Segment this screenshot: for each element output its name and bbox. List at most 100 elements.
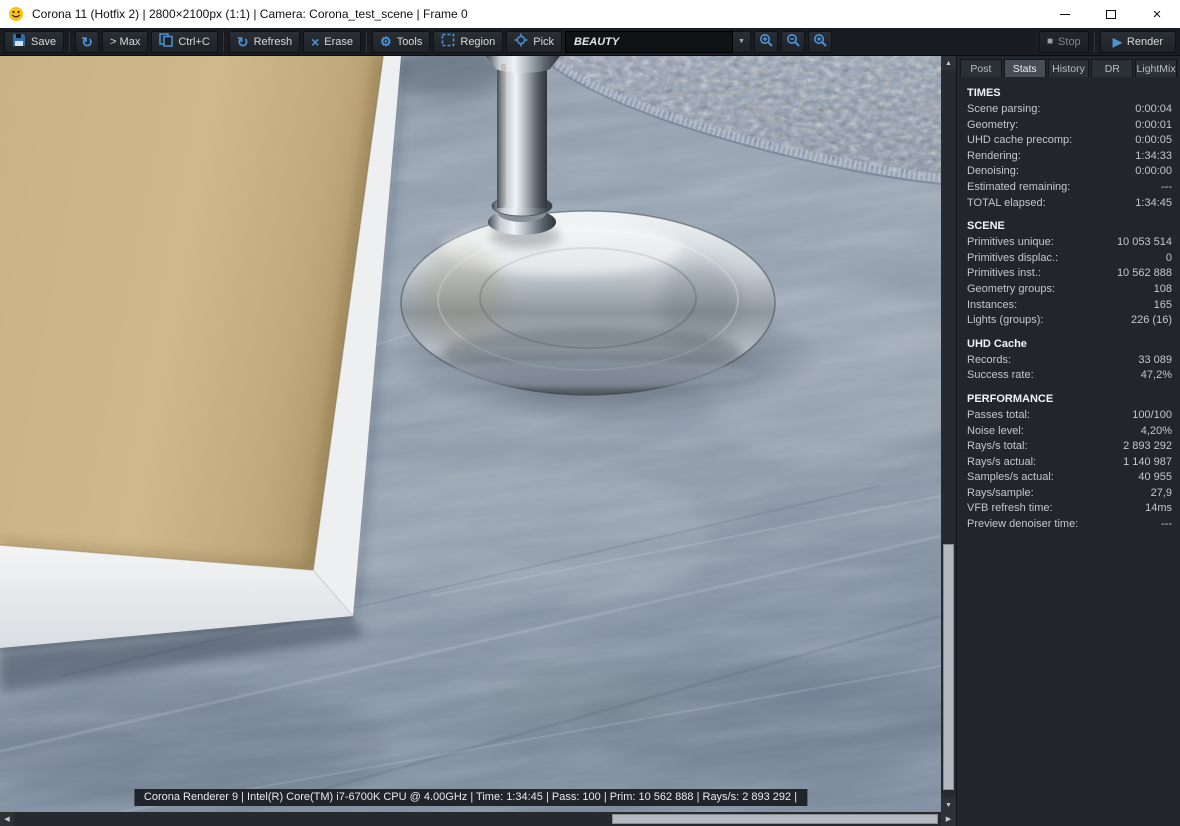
channel-select[interactable]: BEAUTY ▼ xyxy=(565,30,752,53)
render-viewport[interactable]: Corona Renderer 9 | Intel(R) Core(TM) i7… xyxy=(0,56,941,812)
stop-icon: ■ xyxy=(1047,35,1054,47)
stat-value: 108 xyxy=(1153,282,1172,295)
erase-icon: × xyxy=(311,33,320,50)
stat-value: 0 xyxy=(1165,251,1172,264)
stat-label: Estimated remaining: xyxy=(967,180,1071,193)
render-button[interactable]: ▶ Render xyxy=(1099,30,1176,53)
stat-value: 47,2% xyxy=(1140,369,1172,382)
section-title: UHD Cache xyxy=(967,337,1027,350)
stat-row: Denoising: 0:00:00 xyxy=(967,164,1172,180)
copy-button[interactable]: Ctrl+C xyxy=(151,30,218,53)
horizontal-scrollbar-thumb[interactable] xyxy=(612,814,938,824)
stat-row: Samples/s actual: 40 955 xyxy=(967,470,1172,486)
erase-label: Erase xyxy=(324,35,354,48)
stat-value: 1:34:33 xyxy=(1135,149,1172,162)
stat-row: Noise level: 4,20% xyxy=(967,424,1172,440)
maximize-icon xyxy=(1106,9,1116,19)
region-label: Region xyxy=(460,35,496,48)
window-title: Corona 11 (Hotfix 2) | 2800×2100px (1:1)… xyxy=(32,7,468,21)
stat-label: TOTAL elapsed: xyxy=(967,196,1046,209)
stat-label: Success rate: xyxy=(967,369,1034,382)
tab-history[interactable]: History xyxy=(1047,59,1090,77)
stat-label: Primitives displac.: xyxy=(967,251,1059,264)
refresh-icon: ↻ xyxy=(236,33,249,50)
stat-label: Rays/sample: xyxy=(967,486,1034,499)
gear-icon: ⚙ xyxy=(380,34,392,49)
stat-value: 0:00:04 xyxy=(1135,103,1172,115)
tab-post[interactable]: Post xyxy=(960,59,1002,77)
stat-value: --- xyxy=(1161,518,1172,531)
pick-icon xyxy=(514,33,528,50)
stat-value: 2 893 292 xyxy=(1123,440,1172,453)
close-icon: × xyxy=(1152,5,1162,23)
tab-dr[interactable]: DR xyxy=(1091,59,1134,77)
refresh-label: Refresh xyxy=(253,35,293,48)
stat-label: Rendering: xyxy=(967,149,1021,162)
tab-lightmix[interactable]: LightMix xyxy=(1135,59,1177,77)
scroll-up-icon[interactable]: ▲ xyxy=(941,56,956,70)
save-button[interactable]: Save xyxy=(4,30,65,53)
scroll-left-icon[interactable]: ◀ xyxy=(0,812,14,826)
close-button[interactable]: × xyxy=(1134,0,1180,28)
pick-button[interactable]: Pick xyxy=(506,30,563,53)
stat-label: Geometry groups: xyxy=(967,282,1056,295)
stat-label: Records: xyxy=(967,353,1012,366)
stat-label: UHD cache precomp: xyxy=(967,134,1073,147)
horizontal-scrollbar[interactable]: ◀ ▶ xyxy=(0,812,956,826)
stat-row: Rays/s total: 2 893 292 xyxy=(967,439,1172,455)
maximize-button[interactable] xyxy=(1088,0,1134,28)
zoom-out-button[interactable] xyxy=(781,30,806,53)
render-icon: ▶ xyxy=(1112,34,1122,49)
pick-label: Pick xyxy=(533,35,555,48)
stat-value: 1:34:45 xyxy=(1135,196,1172,209)
stat-row: Instances: 165 xyxy=(967,298,1172,314)
stat-value: 165 xyxy=(1153,298,1172,311)
chevron-down-icon[interactable]: ▼ xyxy=(733,30,752,53)
stat-value: 1 140 987 xyxy=(1123,455,1172,468)
refresh-button[interactable]: ↻ Refresh xyxy=(228,30,301,53)
stat-value: 0:00:00 xyxy=(1135,165,1172,178)
stat-value: --- xyxy=(1161,180,1172,193)
stat-row: Passes total: 100/100 xyxy=(967,408,1172,424)
stat-row: Primitives inst.: 10 562 888 xyxy=(967,266,1172,282)
stat-row: TOTAL elapsed: 1:34:45 xyxy=(967,196,1172,212)
region-button[interactable]: Region xyxy=(433,30,504,53)
scroll-down-icon[interactable]: ▼ xyxy=(941,798,956,812)
save-label: Save xyxy=(31,35,57,48)
zoom-out-icon xyxy=(786,33,800,50)
stop-button[interactable]: ■ Stop xyxy=(1039,30,1089,53)
minimize-button[interactable] xyxy=(1042,0,1088,28)
vertical-scrollbar[interactable]: ▲ ▼ xyxy=(941,56,956,812)
tools-button[interactable]: ⚙ Tools xyxy=(372,30,431,53)
corona-app-icon xyxy=(8,6,24,22)
max-resolution-button[interactable]: > Max xyxy=(102,30,149,53)
section-title: SCENE xyxy=(967,220,1005,233)
scroll-right-icon[interactable]: ▶ xyxy=(941,812,956,826)
panel-tabs: Post Stats History DR LightMix xyxy=(957,56,1180,77)
stat-label: Samples/s actual: xyxy=(967,471,1054,484)
max-resolution-label: > Max xyxy=(110,35,141,48)
stat-label: Preview denoiser time: xyxy=(967,518,1079,531)
save-icon xyxy=(12,33,26,50)
stat-row: Geometry groups: 108 xyxy=(967,282,1172,298)
zoom-reset-button[interactable] xyxy=(808,30,833,53)
vertical-scrollbar-thumb[interactable] xyxy=(943,544,954,790)
stat-row: UHD cache precomp: 0:00:05 xyxy=(967,133,1172,149)
tab-stats[interactable]: Stats xyxy=(1003,59,1046,77)
zoom-in-button[interactable] xyxy=(754,30,779,53)
sync-button[interactable]: ↻ xyxy=(75,30,100,53)
stat-label: Rays/s actual: xyxy=(967,455,1037,468)
stat-label: Noise level: xyxy=(967,424,1024,437)
stat-row: VFB refresh time: 14ms xyxy=(967,501,1172,517)
titlebar[interactable]: Corona 11 (Hotfix 2) | 2800×2100px (1:1)… xyxy=(0,0,1180,28)
toolbar-separator xyxy=(366,31,368,52)
stat-label: Instances: xyxy=(967,298,1018,311)
toolbar-separator xyxy=(222,31,224,52)
stat-label: Denoising: xyxy=(967,165,1019,178)
stat-row: Scene parsing: 0:00:04 xyxy=(967,102,1172,118)
stat-row: Primitives displac.: 0 xyxy=(967,251,1172,267)
stat-row: Preview denoiser time: --- xyxy=(967,517,1172,533)
stat-label: Geometry: xyxy=(967,118,1019,131)
stat-value: 0:00:01 xyxy=(1135,118,1172,131)
erase-button[interactable]: × Erase xyxy=(303,30,362,53)
